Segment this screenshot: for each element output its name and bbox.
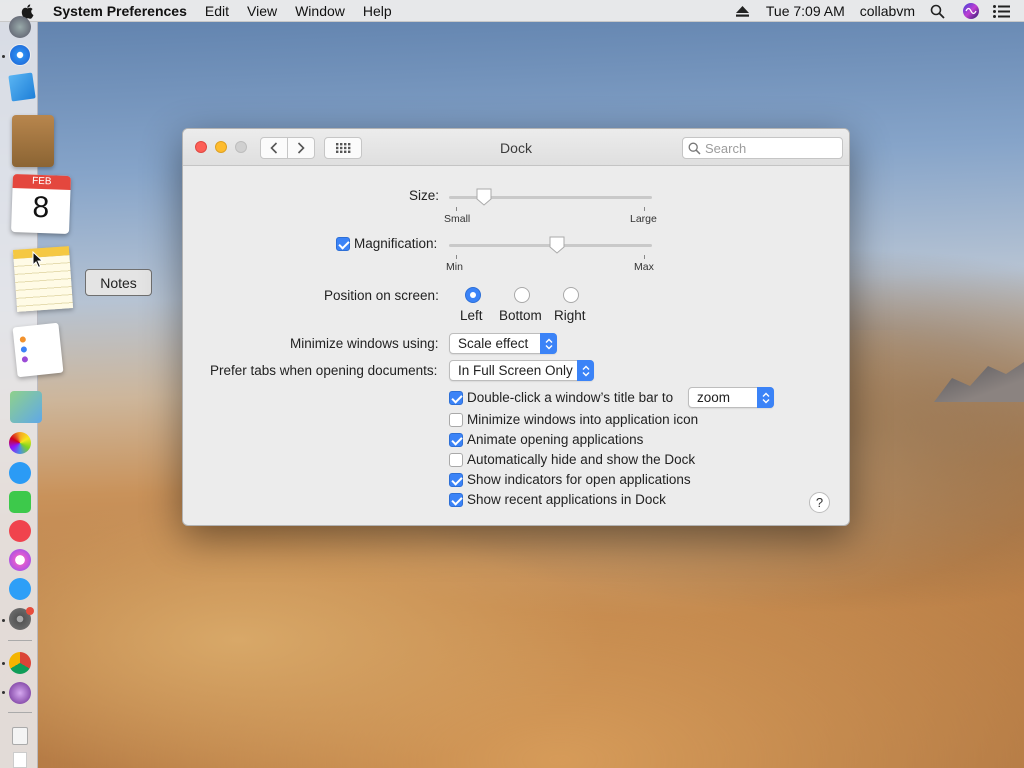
trash-icon[interactable]: [13, 752, 27, 768]
show-recent-apps-label[interactable]: Show recent applications in Dock: [467, 492, 666, 507]
menu-help[interactable]: Help: [363, 3, 392, 19]
prefer-tabs-value: In Full Screen Only: [458, 363, 573, 378]
calendar-day: 8: [31, 190, 50, 225]
double-click-checkbox[interactable]: [449, 391, 463, 405]
double-click-action-value: zoom: [697, 390, 731, 405]
size-label: Size:: [409, 188, 440, 203]
position-label: Position on screen:: [324, 288, 439, 303]
position-bottom-radio[interactable]: [514, 287, 530, 303]
mail-icon[interactable]: [8, 72, 36, 102]
magnification-slider-thumb[interactable]: [549, 236, 565, 254]
prefer-tabs-label: Prefer tabs when opening documents:: [210, 363, 438, 378]
minimize-into-icon-checkbox[interactable]: [449, 413, 463, 427]
app-store-icon[interactable]: [9, 578, 31, 600]
show-indicators-checkbox[interactable]: [449, 473, 463, 487]
help-button[interactable]: ?: [809, 492, 830, 513]
launchpad-icon[interactable]: [9, 16, 31, 38]
show-indicators-label[interactable]: Show indicators for open applications: [467, 472, 691, 487]
position-bottom-label[interactable]: Bottom: [499, 308, 542, 323]
animate-apps-checkbox[interactable]: [449, 433, 463, 447]
photos-icon[interactable]: [9, 432, 31, 454]
facetime-icon[interactable]: [9, 491, 31, 513]
menu-view[interactable]: View: [247, 3, 277, 19]
minimize-into-icon-label[interactable]: Minimize windows into application icon: [467, 412, 698, 427]
double-click-action-popup[interactable]: zoom: [688, 387, 774, 408]
size-slider-tick: [644, 207, 645, 211]
magnification-checkbox[interactable]: [336, 237, 350, 251]
title-bar: Dock: [183, 129, 849, 166]
dock-tooltip: Notes: [85, 269, 152, 296]
minimize-effect-popup[interactable]: Scale effect: [449, 333, 557, 354]
size-slider-tick: [456, 207, 457, 211]
notification-center-icon[interactable]: [993, 4, 1010, 18]
position-right-radio[interactable]: [563, 287, 579, 303]
messages-icon[interactable]: [9, 462, 31, 484]
magnification-max-label: Max: [634, 261, 654, 273]
badge: [26, 607, 34, 615]
search-icon: [688, 142, 701, 155]
menu-user[interactable]: collabvm: [860, 3, 915, 19]
menu-edit[interactable]: Edit: [205, 3, 229, 19]
running-indicator: [2, 691, 5, 694]
itunes-icon[interactable]: [9, 549, 31, 571]
minimize-using-label: Minimize windows using:: [290, 336, 439, 351]
dock-preferences-window: Dock Size: Small Large Magnification: Mi…: [182, 128, 850, 526]
popup-arrows-icon: [577, 360, 594, 381]
autohide-dock-label[interactable]: Automatically hide and show the Dock: [467, 452, 695, 467]
eject-icon[interactable]: [735, 5, 749, 17]
search-input[interactable]: [705, 140, 835, 156]
news-icon[interactable]: [9, 520, 31, 542]
minimize-effect-value: Scale effect: [458, 336, 529, 351]
siri-icon[interactable]: [963, 3, 979, 19]
show-recent-apps-checkbox[interactable]: [449, 493, 463, 507]
menu-window[interactable]: Window: [295, 3, 345, 19]
menu-app-name[interactable]: System Preferences: [53, 3, 187, 19]
running-indicator: [2, 662, 5, 665]
mouse-pointer-icon: [32, 251, 44, 269]
double-click-label[interactable]: Double-click a window’s title bar to: [467, 390, 673, 405]
dock-separator: [8, 640, 32, 641]
animate-apps-label[interactable]: Animate opening applications: [467, 432, 643, 447]
position-right-label[interactable]: Right: [554, 308, 586, 323]
tor-browser-icon[interactable]: [9, 682, 31, 704]
spotlight-search-icon[interactable]: [930, 4, 945, 19]
search-field[interactable]: [682, 137, 843, 159]
calendar-icon[interactable]: FEB 8: [11, 174, 71, 234]
chrome-icon[interactable]: [9, 652, 31, 674]
position-left-radio[interactable]: [465, 287, 481, 303]
maps-icon[interactable]: [10, 391, 42, 423]
magnification-slider-tick: [644, 255, 645, 259]
running-indicator: [2, 55, 5, 58]
contacts-icon[interactable]: [12, 115, 54, 167]
magnification-slider-tick: [456, 255, 457, 259]
prefer-tabs-popup[interactable]: In Full Screen Only: [449, 360, 594, 381]
menu-clock[interactable]: Tue 7:09 AM: [766, 3, 845, 19]
autohide-dock-checkbox[interactable]: [449, 453, 463, 467]
magnification-label[interactable]: Magnification:: [354, 236, 437, 251]
size-min-label: Small: [444, 213, 471, 225]
dock-separator: [8, 712, 32, 713]
magnification-min-label: Min: [446, 261, 463, 273]
running-indicator: [2, 619, 5, 622]
dock: FEB 8: [0, 16, 74, 768]
safari-icon[interactable]: [9, 44, 31, 66]
size-max-label: Large: [630, 213, 657, 225]
popup-arrows-icon: [540, 333, 557, 354]
size-slider-thumb[interactable]: [476, 188, 492, 206]
reminders-icon[interactable]: [12, 322, 64, 378]
popup-arrows-icon: [757, 387, 774, 408]
downloads-stack-icon[interactable]: [12, 727, 28, 745]
position-left-label[interactable]: Left: [460, 308, 483, 323]
menu-bar: System Preferences Edit View Window Help…: [0, 0, 1024, 22]
